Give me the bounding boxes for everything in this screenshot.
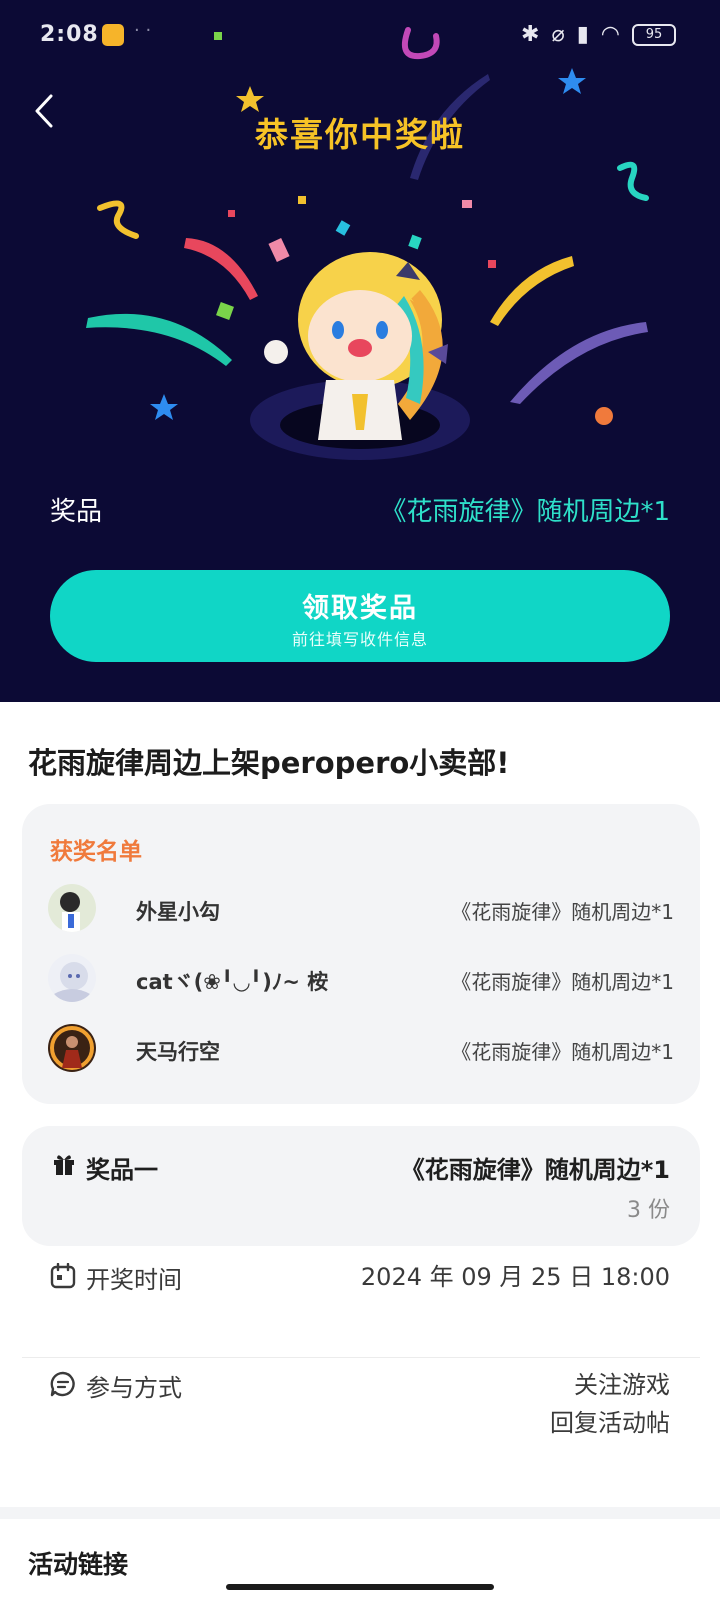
battery-icon: 95	[632, 23, 676, 46]
status-bar: 2:08 · · ✱ ⌀ ▮ ◠ 95	[0, 0, 720, 70]
winner-row[interactable]: catヾ(❀╹◡╹)ﾉ~ 桉 《花雨旋律》随机周边*1	[48, 954, 674, 1006]
event-detail-sheet: 花雨旋律周边上架peropero小卖部! 获奖名单 外星小勾 《花雨旋律》随机周…	[0, 702, 720, 1507]
links-title: 活动链接	[28, 1550, 129, 1579]
avatar-icon	[48, 884, 96, 932]
prize-hero-banner: 2:08 · · ✱ ⌀ ▮ ◠ 95 恭喜你中奖啦 奖品 《花雨旋律》随机周边…	[0, 0, 720, 702]
avatar-icon	[48, 954, 96, 1002]
prize-detail-name: 《花雨旋律》随机周边*1	[400, 1156, 670, 1184]
prize-label: 奖品	[50, 497, 103, 527]
participation-method: 关注游戏	[574, 1371, 670, 1399]
winner-row[interactable]: 天马行空 《花雨旋律》随机周边*1	[48, 1024, 674, 1076]
winner-prize: 《花雨旋律》随机周边*1	[451, 970, 674, 994]
participation-methods: 关注游戏 回复活动帖	[550, 1366, 670, 1442]
notification-app-icon	[102, 24, 124, 46]
divider	[22, 1357, 700, 1358]
status-time: 2:08	[40, 22, 99, 47]
participation-label: 参与方式	[86, 1374, 182, 1402]
mute-icon: ⌀	[551, 22, 565, 47]
prize-detail-count: 3 份	[627, 1198, 670, 1223]
participation-method: 回复活动帖	[550, 1409, 670, 1437]
draw-time-row: 开奖时间 2024 年 09 月 25 日 18:00	[50, 1258, 670, 1298]
post-title: 花雨旋律周边上架peropero小卖部!	[28, 746, 510, 780]
claim-button-label: 领取奖品	[302, 593, 418, 624]
home-indicator[interactable]	[226, 1584, 494, 1590]
signal-icon: ▮	[576, 22, 589, 47]
prize-value: 《花雨旋律》随机周边*1	[380, 497, 670, 527]
winners-card: 获奖名单 外星小勾 《花雨旋律》随机周边*1 catヾ(❀╹◡╹)ﾉ~ 桉 《花…	[22, 804, 700, 1104]
prize-detail-label: 奖品一	[86, 1156, 158, 1184]
claim-button-sublabel: 前往填写收件信息	[291, 630, 428, 649]
section-gap	[0, 1507, 720, 1519]
prize-detail-card: 奖品一 《花雨旋律》随机周边*1 3 份	[22, 1126, 700, 1246]
congrats-title: 恭喜你中奖啦	[255, 115, 465, 154]
status-more-dots: · ·	[134, 20, 152, 41]
gift-icon	[54, 1155, 74, 1175]
status-icons: ✱ ⌀ ▮ ◠ 95	[521, 22, 676, 47]
draw-time-value: 2024 年 09 月 25 日 18:00	[360, 1263, 670, 1291]
winner-name: 天马行空	[136, 1040, 220, 1064]
winner-row[interactable]: 外星小勾 《花雨旋律》随机周边*1	[48, 884, 674, 936]
participation-row: 参与方式 关注游戏 回复活动帖	[50, 1366, 670, 1446]
winners-title: 获奖名单	[50, 839, 142, 865]
winner-name: catヾ(❀╹◡╹)ﾉ~ 桉	[136, 970, 329, 994]
claim-prize-button[interactable]: 领取奖品 前往填写收件信息	[50, 570, 670, 662]
comment-icon	[50, 1371, 75, 1397]
wifi-icon: ◠	[600, 22, 620, 47]
winner-prize: 《花雨旋律》随机周边*1	[451, 1040, 674, 1064]
calendar-icon	[50, 1263, 76, 1289]
winner-name: 外星小勾	[136, 900, 220, 924]
winner-prize: 《花雨旋律》随机周边*1	[451, 900, 674, 924]
draw-time-label: 开奖时间	[86, 1266, 182, 1294]
bluetooth-icon: ✱	[521, 22, 540, 47]
avatar-icon	[48, 1024, 96, 1072]
